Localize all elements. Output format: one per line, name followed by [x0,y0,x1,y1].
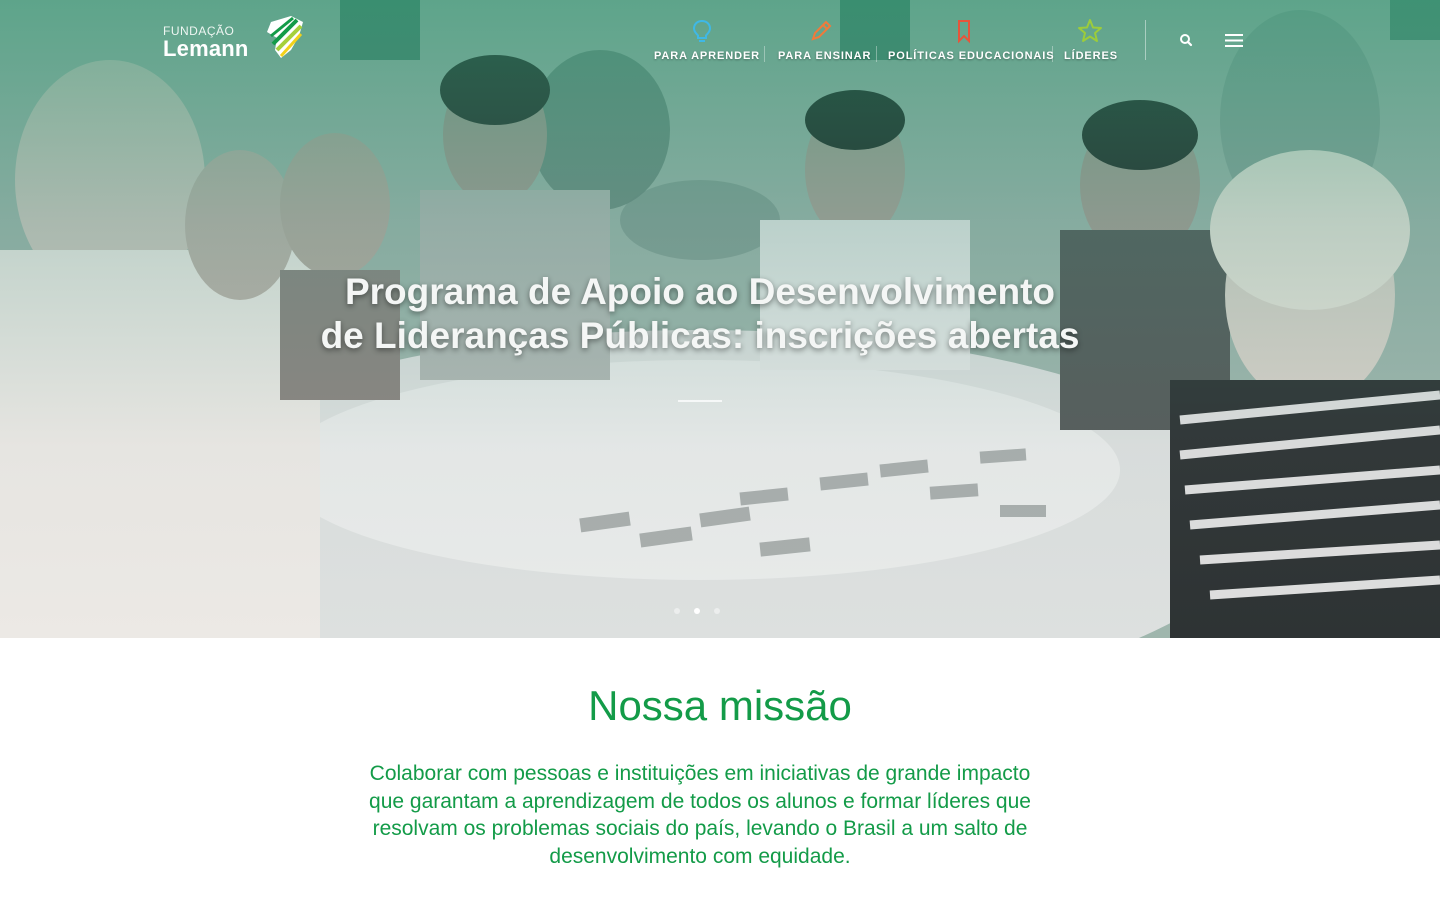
slide-divider [678,400,722,402]
nav-divider [876,46,877,62]
logo-name: Lemann [163,36,249,61]
slide-title-line-1: Programa de Apoio ao Desenvolvimento [344,271,1055,312]
slider-dot-3[interactable] [714,608,720,614]
star-icon [1078,19,1102,42]
slider-pagination [672,608,732,618]
brazil-map-logo-icon [267,16,303,58]
nav-lideres[interactable]: LÍDERES [1064,18,1118,66]
slide-title-line-2: de Lideranças Públicas: inscrições abert… [320,315,1080,356]
nav-politicas-educacionais[interactable]: POLÍTICAS EDUCACIONAIS [888,18,1055,66]
mission-line: resolvam os problemas sociais do país, l… [372,817,1028,840]
mission-line: Colaborar com pessoas e instituições em … [369,762,1031,785]
header-divider [1145,20,1146,60]
mission-text: Colaborar com pessoas e instituições em … [330,760,1070,870]
nav-label: PARA APRENDER [654,50,761,62]
nav-divider [764,46,765,62]
nav-divider [1052,46,1053,62]
main-nav: PARA APRENDER PARA ENSINAR POLÍTICAS EDU… [640,18,1130,66]
nav-para-ensinar[interactable]: PARA ENSINAR [778,18,872,66]
hamburger-menu-icon [1225,34,1243,47]
hero-slider: FUNDAÇÃO Lemann PARA APRENDER PARA ENSIN… [0,0,1440,638]
menu-button[interactable] [1222,30,1246,50]
slide-title[interactable]: Programa de Apoio ao Desenvolvimento de … [220,270,1180,358]
nav-label: LÍDERES [1064,50,1118,62]
mission-line: desenvolvimento com equidade. [549,844,851,868]
lemann-logo[interactable]: FUNDAÇÃO Lemann [163,14,308,62]
pencil-icon [811,20,832,41]
mission-title: Nossa missão [588,682,852,729]
slider-dot-2[interactable] [694,608,700,614]
search-button[interactable] [1176,30,1196,50]
bookmark-icon [958,20,970,44]
nav-para-aprender[interactable]: PARA APRENDER [654,18,761,66]
slider-dot-1[interactable] [674,608,680,614]
mission-line: que garantam a aprendizagem de todos os … [369,789,1031,813]
search-icon [1180,34,1193,47]
nav-label: POLÍTICAS EDUCACIONAIS [888,50,1055,62]
lightbulb-icon [692,19,712,42]
nav-label: PARA ENSINAR [778,50,872,62]
